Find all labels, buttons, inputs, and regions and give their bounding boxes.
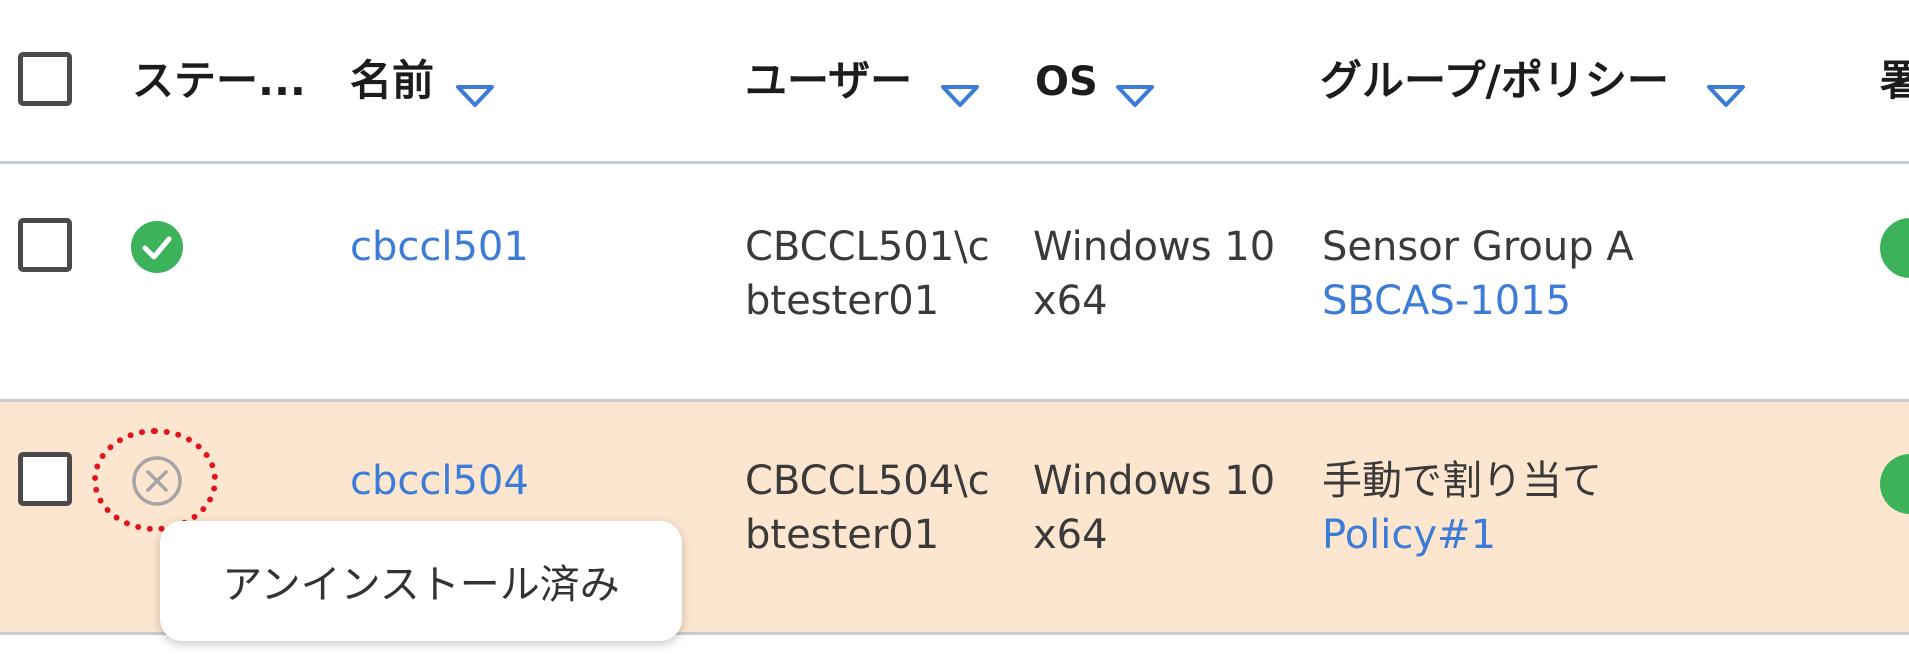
user-line2: btester01 — [745, 278, 940, 324]
tooltip-text: アンインストール済み — [222, 562, 620, 608]
check-circle-icon — [131, 221, 183, 273]
table-header-row: ステー... 名前 ユーザー OS グループ/ポリシー 署 — [0, 16, 1909, 164]
select-all-checkbox[interactable] — [18, 52, 72, 106]
group-name: 手動で割り当て — [1322, 458, 1602, 504]
status-tooltip: アンインストール済み — [160, 521, 682, 641]
group-name: Sensor Group A — [1322, 224, 1634, 270]
annotation-dotted-circle — [92, 428, 218, 532]
device-name-link[interactable]: cbccl501 — [350, 220, 529, 274]
header-status[interactable]: ステー... — [132, 60, 306, 102]
os-line2: x64 — [1033, 512, 1108, 558]
header-user[interactable]: ユーザー — [745, 60, 912, 102]
os-line1: Windows 10 — [1033, 224, 1276, 270]
status-dot-icon — [1880, 218, 1909, 278]
policy-link[interactable]: Policy#1 — [1322, 508, 1496, 562]
header-name[interactable]: 名前 — [350, 60, 434, 102]
status-dot-icon — [1880, 454, 1909, 514]
row-checkbox[interactable] — [18, 218, 72, 272]
sort-os-icon[interactable] — [1115, 84, 1155, 108]
header-next-truncated: 署 — [1880, 56, 1909, 105]
header-os[interactable]: OS — [1035, 62, 1098, 102]
user-line1: CBCCL501\c — [745, 224, 990, 270]
os-line2: x64 — [1033, 278, 1108, 324]
device-name-link[interactable]: cbccl504 — [350, 454, 529, 508]
table-row[interactable]: cbccl501 CBCCL501\c btester01 Windows 10… — [0, 164, 1909, 402]
sort-user-icon[interactable] — [940, 84, 980, 108]
row-checkbox[interactable] — [18, 452, 72, 506]
policy-link[interactable]: SBCAS-1015 — [1322, 274, 1571, 328]
sort-group-policy-icon[interactable] — [1706, 84, 1746, 108]
os-line1: Windows 10 — [1033, 458, 1276, 504]
user-line1: CBCCL504\c — [745, 458, 990, 504]
sort-name-icon[interactable] — [455, 84, 495, 108]
user-line2: btester01 — [745, 512, 940, 558]
header-group-policy[interactable]: グループ/ポリシー — [1320, 60, 1669, 102]
